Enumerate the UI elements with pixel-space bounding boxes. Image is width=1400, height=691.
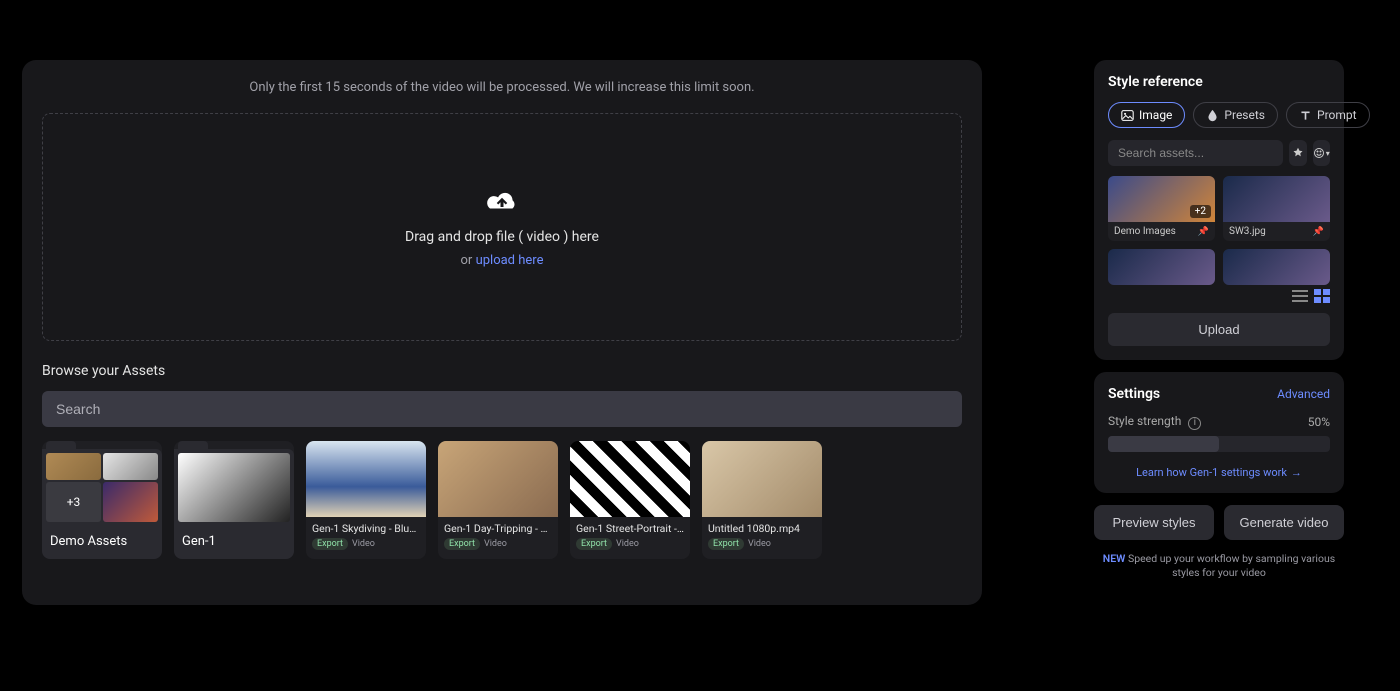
pin-icon: 📌 (1313, 227, 1324, 237)
video-title: Gen-1 Skydiving - Blue ... (312, 522, 420, 535)
pin-icon (1292, 147, 1304, 159)
processing-notice: Only the first 15 seconds of the video w… (42, 80, 962, 95)
tab-image[interactable]: Image (1108, 102, 1185, 128)
style-tabs: Image Presets Prompt (1108, 102, 1330, 128)
asset-row: +3 Demo Assets Gen-1 Gen-1 Skydiving - B… (42, 441, 962, 559)
generate-video-button[interactable]: Generate video (1224, 505, 1344, 540)
side-panel: Style reference Image Presets Prompt ▾ (1094, 60, 1344, 581)
video-thumb (438, 441, 558, 517)
ref-label: Demo Images (1114, 226, 1176, 237)
folder-card[interactable]: Gen-1 (174, 441, 294, 559)
dropzone-text: Drag and drop file ( video ) here (405, 229, 599, 245)
folder-thumb (103, 482, 158, 523)
list-view-icon[interactable] (1292, 289, 1308, 303)
ref-more-count: +2 (1190, 205, 1211, 218)
export-badge: Export (312, 538, 348, 550)
video-card[interactable]: Gen-1 Day-Tripping - W... Export Video (438, 441, 558, 559)
ref-label: SW3.jpg (1229, 226, 1266, 237)
browse-assets-title: Browse your Assets (42, 363, 962, 379)
smile-icon (1313, 147, 1325, 159)
cloud-upload-icon (484, 187, 520, 215)
folder-thumb (46, 453, 101, 480)
style-ref-card[interactable] (1108, 249, 1215, 285)
upload-link[interactable]: upload here (476, 253, 544, 268)
video-card[interactable]: Gen-1 Skydiving - Blue ... Export Video (306, 441, 426, 559)
strength-value: 50% (1308, 415, 1330, 429)
arrow-right-icon: → (1291, 466, 1302, 479)
settings-card: Settings Advanced Style strength i 50% L… (1094, 372, 1344, 493)
export-badge: Export (708, 538, 744, 550)
filter-button[interactable]: ▾ (1313, 140, 1331, 166)
ref-thumb (1223, 176, 1330, 222)
folder-card[interactable]: +3 Demo Assets (42, 441, 162, 559)
info-icon[interactable]: i (1188, 417, 1201, 430)
folder-thumb (103, 453, 158, 480)
droplet-icon (1206, 109, 1219, 122)
advanced-link[interactable]: Advanced (1277, 387, 1330, 401)
style-search-input[interactable] (1108, 140, 1283, 166)
export-badge: Export (444, 538, 480, 550)
strength-slider[interactable] (1108, 436, 1330, 452)
video-thumb (306, 441, 426, 517)
folder-name: Demo Assets (42, 526, 162, 559)
main-panel: Only the first 15 seconds of the video w… (22, 60, 982, 605)
dropzone-subtext: or upload here (461, 253, 544, 268)
style-reference-title: Style reference (1108, 74, 1330, 90)
style-upload-button[interactable]: Upload (1108, 313, 1330, 346)
pin-button[interactable] (1289, 140, 1307, 166)
image-icon (1121, 109, 1134, 122)
video-card[interactable]: Gen-1 Street-Portrait - ... Export Video (570, 441, 690, 559)
tab-prompt[interactable]: Prompt (1286, 102, 1370, 128)
slider-fill (1108, 436, 1219, 452)
style-reference-card: Style reference Image Presets Prompt ▾ (1094, 60, 1344, 360)
type-badge: Video (616, 539, 639, 549)
strength-label: Style strength (1108, 414, 1181, 428)
text-icon (1299, 109, 1312, 122)
style-ref-card[interactable]: +2 Demo Images 📌 (1108, 176, 1215, 241)
video-thumb (570, 441, 690, 517)
type-badge: Video (484, 539, 507, 549)
video-title: Untitled 1080p.mp4 (708, 522, 816, 535)
asset-search-input[interactable] (42, 391, 962, 427)
video-card[interactable]: Untitled 1080p.mp4 Export Video (702, 441, 822, 559)
style-ref-card[interactable] (1223, 249, 1330, 285)
tab-presets[interactable]: Presets (1193, 102, 1278, 128)
folder-more-count: +3 (46, 482, 101, 523)
video-title: Gen-1 Day-Tripping - W... (444, 522, 552, 535)
learn-settings-link[interactable]: Learn how Gen-1 settings work → (1108, 466, 1330, 479)
action-row: Preview styles Generate video (1094, 505, 1344, 540)
view-toggle (1108, 289, 1330, 303)
type-badge: Video (352, 539, 375, 549)
chevron-down-icon: ▾ (1326, 149, 1330, 158)
style-thumb-grid: +2 Demo Images 📌 SW3.jpg 📌 (1108, 176, 1330, 285)
export-badge: Export (576, 538, 612, 550)
workflow-tip: NEW Speed up your workflow by sampling v… (1094, 552, 1344, 581)
video-title: Gen-1 Street-Portrait - ... (576, 522, 684, 535)
pin-icon: 📌 (1198, 227, 1209, 237)
video-dropzone[interactable]: Drag and drop file ( video ) here or upl… (42, 113, 962, 341)
video-thumb (702, 441, 822, 517)
new-badge: NEW (1103, 552, 1126, 565)
grid-view-icon[interactable] (1314, 289, 1330, 303)
folder-thumb (178, 453, 290, 522)
style-ref-card[interactable]: SW3.jpg 📌 (1223, 176, 1330, 241)
ref-thumb: +2 (1108, 176, 1215, 222)
preview-styles-button[interactable]: Preview styles (1094, 505, 1214, 540)
ref-thumb (1108, 249, 1215, 285)
ref-thumb (1223, 249, 1330, 285)
settings-title: Settings (1108, 386, 1160, 402)
folder-name: Gen-1 (174, 526, 294, 559)
type-badge: Video (748, 539, 771, 549)
